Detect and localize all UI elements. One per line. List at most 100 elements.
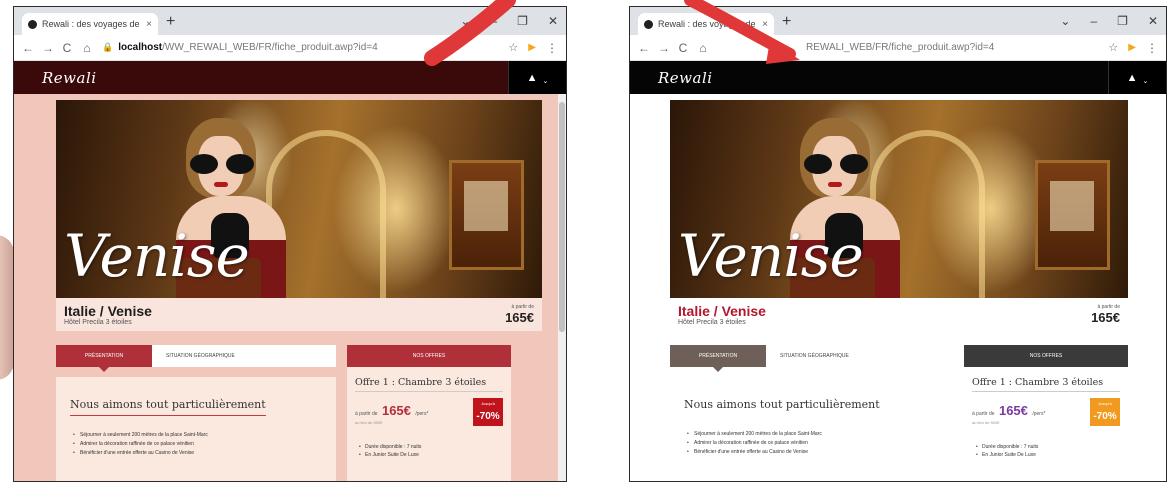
offer-from-label: à partir de [972, 411, 995, 417]
offer-title[interactable]: Offre 1 : Chambre 3 étoiles [972, 377, 1120, 392]
close-window-button[interactable]: ✕ [1148, 14, 1158, 28]
user-icon: ▲ [1126, 71, 1138, 84]
user-icon: ▲ [526, 71, 538, 84]
browser-menu-icon[interactable]: ⋮ [546, 41, 558, 55]
badge-label: Jusqu'à [481, 401, 495, 406]
user-menu-button[interactable]: ▲ ⌄ [1108, 61, 1166, 94]
tab-close-icon[interactable]: × [762, 19, 768, 30]
home-icon[interactable]: ⌂ [82, 41, 92, 55]
browser-window-left: Rewali : des voyages de p × + ⌄ – ❐ ✕ ← … [13, 6, 567, 482]
tab-geographic[interactable]: SITUATION GÉOGRAPHIQUE [152, 345, 249, 367]
lock-icon: 🔒 [102, 42, 114, 52]
address-bar: ← → C ⌂ REWALI_WEB/FR/fiche_produit.awp?… [630, 35, 1166, 61]
bookmark-star-icon[interactable]: ☆ [1108, 41, 1118, 54]
chevron-down-icon: ⌄ [542, 77, 549, 85]
product-title: Italie / Venise [64, 302, 152, 319]
close-window-button[interactable]: ✕ [548, 14, 558, 28]
minimize-button[interactable]: – [490, 14, 497, 28]
cabinet-decoration [449, 160, 524, 270]
tab-geographic[interactable]: SITUATION GÉOGRAPHIQUE [766, 345, 863, 367]
badge-percent: -70% [476, 411, 500, 422]
price-box: à partir de 165€ [505, 304, 534, 325]
offers-panel: NOS OFFRES Offre 1 : Chambre 3 étoiles à… [347, 345, 511, 481]
site-logo[interactable]: Rewali [658, 69, 713, 87]
site-header: Rewali ▲ ⌄ [630, 61, 1166, 94]
extension-play-icon[interactable]: ▶ [1128, 42, 1136, 53]
offers-header[interactable]: NOS OFFRES [347, 345, 511, 367]
tab-search-icon[interactable]: ⌄ [460, 14, 470, 28]
browser-menu-icon[interactable]: ⋮ [1146, 41, 1158, 55]
description-list: Séjourner à seulement 200 mètres de la p… [70, 432, 322, 456]
description-list: Séjourner à seulement 200 mètres de la p… [684, 431, 946, 455]
offer-unit: /pers* [1032, 411, 1046, 417]
url-path: REWALI_WEB/FR/fiche_produit.awp?id=4 [806, 42, 995, 53]
offer-price-row: à partir de 165€ /pers* au lieu de 550€ … [355, 398, 503, 436]
hero-title: Venise [64, 222, 250, 290]
hero-image: Venise [56, 100, 542, 298]
discount-badge: Jusqu'à -70% [473, 398, 503, 426]
offer-title[interactable]: Offre 1 : Chambre 3 étoiles [355, 377, 503, 392]
window-controls: ⌄ – ❐ ✕ [1060, 14, 1158, 28]
back-icon[interactable]: ← [638, 41, 650, 55]
bookmark-star-icon[interactable]: ☆ [508, 41, 518, 54]
list-item: Durée disponible : 7 nuits [359, 444, 503, 450]
new-tab-button[interactable]: + [166, 13, 175, 31]
offer-price: 165€ [998, 403, 1028, 418]
new-tab-button[interactable]: + [782, 13, 791, 31]
comparison-stage: Rewali : des voyages de p × + ⌄ – ❐ ✕ ← … [0, 0, 1167, 484]
maximize-button[interactable]: ❐ [1117, 14, 1128, 28]
offer-price: 165€ [381, 403, 411, 418]
list-item: Séjourner à seulement 200 mètres de la p… [70, 432, 322, 438]
forward-icon[interactable]: → [42, 41, 54, 55]
description-panel: Nous aimons tout particulièrement Séjour… [56, 377, 336, 481]
scrollbar[interactable] [558, 94, 566, 481]
tab-presentation[interactable]: PRÉSENTATION [56, 345, 152, 372]
offers-panel: NOS OFFRES Offre 1 : Chambre 3 étoiles à… [964, 345, 1128, 481]
cabinet-decoration [1035, 160, 1110, 270]
offer-details: Durée disponible : 7 nuits En Junior Sui… [976, 444, 1120, 458]
home-icon[interactable]: ⌂ [698, 41, 708, 55]
url-field[interactable]: REWALI_WEB/FR/fiche_produit.awp?id=4 [718, 42, 1098, 53]
extension-play-icon[interactable]: ▶ [528, 42, 536, 53]
maximize-button[interactable]: ❐ [517, 14, 528, 28]
tab-title: Rewali : des voyages de p [658, 19, 758, 29]
window-controls: ⌄ – ❐ ✕ [460, 14, 558, 28]
offer-unit: /pers* [415, 411, 429, 417]
list-item: Admirer la décoration raffinée de ce pal… [70, 441, 322, 447]
offers-header[interactable]: NOS OFFRES [964, 345, 1128, 367]
forward-icon[interactable]: → [658, 41, 670, 55]
reload-icon[interactable]: C [678, 41, 688, 55]
url-path: /WW_REWALI_WEB/FR/fiche_produit.awp?id=4 [162, 42, 378, 53]
minimize-button[interactable]: – [1090, 14, 1097, 28]
description-panel: Nous aimons tout particulièrement Séjour… [670, 377, 960, 481]
list-item: Séjourner à seulement 200 mètres de la p… [684, 431, 946, 437]
price-value: 165€ [505, 310, 534, 325]
browser-tab[interactable]: Rewali : des voyages de p × [22, 13, 158, 35]
price-value: 165€ [1091, 310, 1120, 325]
tab-search-icon[interactable]: ⌄ [1060, 14, 1070, 28]
user-menu-button[interactable]: ▲ ⌄ [508, 61, 566, 94]
offer-details: Durée disponible : 7 nuits En Junior Sui… [359, 444, 503, 458]
back-icon[interactable]: ← [22, 41, 34, 55]
site-logo[interactable]: Rewali [42, 69, 97, 87]
tab-presentation[interactable]: PRÉSENTATION [670, 345, 766, 372]
offer-price-row: à partir de 165€ /pers* au lieu de 550€ … [972, 398, 1120, 436]
tab-title: Rewali : des voyages de p [42, 19, 142, 29]
list-item: En Junior Suite De Luxe [976, 452, 1120, 458]
reload-icon[interactable]: C [62, 41, 72, 55]
site-header: Rewali ▲ ⌄ [14, 61, 566, 94]
browser-tab[interactable]: Rewali : des voyages de p × [638, 13, 774, 35]
favicon-icon [28, 19, 37, 29]
url-field[interactable]: 🔒 localhost/WW_REWALI_WEB/FR/fiche_produ… [102, 42, 498, 53]
browser-window-right: Rewali : des voyages de p × + ⌄ – ❐ ✕ ← … [629, 6, 1167, 482]
description-title: Nous aimons tout particulièrement [684, 398, 880, 411]
finger-pointer [0, 235, 14, 380]
page-content: Venise Italie / Venise Hôtel Precila 3 é… [14, 94, 566, 481]
product-tabs: PRÉSENTATION SITUATION GÉOGRAPHIQUE [56, 345, 336, 372]
product-header: Italie / Venise Hôtel Precila 3 étoiles … [670, 298, 1128, 331]
tab-close-icon[interactable]: × [146, 19, 152, 30]
tab-bar: Rewali : des voyages de p × + ⌄ – ❐ ✕ [14, 7, 566, 35]
badge-label: Jusqu'à [1098, 401, 1112, 406]
offer-from-label: à partir de [355, 411, 378, 417]
list-item: Admirer la décoration raffinée de ce pal… [684, 440, 946, 446]
